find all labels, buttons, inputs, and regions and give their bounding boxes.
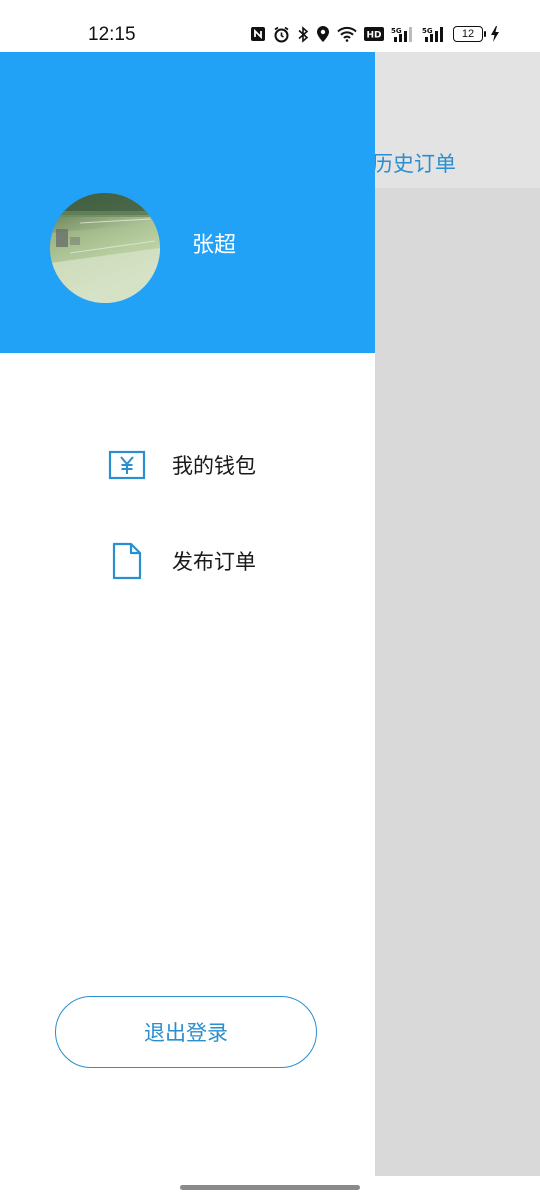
menu-label-publish-order: 发布订单	[172, 550, 256, 574]
menu-item-wallet[interactable]: 我的钱包	[106, 443, 256, 487]
navigation-drawer: 张超 我的钱包 发布订单 退出登录	[0, 52, 375, 1176]
wifi-icon	[337, 25, 357, 43]
status-time: 12:15	[88, 24, 136, 45]
menu-item-publish-order[interactable]: 发布订单	[106, 539, 256, 583]
status-bar: 12:15 HD 5G 5G 12	[0, 0, 540, 52]
logout-button[interactable]: 退出登录	[55, 996, 317, 1068]
hd-badge-text: HD	[366, 31, 381, 41]
hd-icon: HD	[364, 25, 384, 43]
document-icon	[106, 540, 148, 582]
user-name[interactable]: 张超	[192, 227, 236, 259]
logout-label: 退出登录	[144, 1021, 228, 1045]
signal-5g-label: 5G	[391, 27, 402, 35]
bluetooth-icon	[297, 25, 309, 43]
avatar[interactable]	[50, 193, 160, 303]
alarm-icon	[273, 25, 290, 43]
status-icons: HD 5G 5G 12	[250, 25, 500, 43]
charging-icon	[490, 25, 500, 43]
signal-5g-label-2: 5G	[422, 27, 433, 35]
gesture-nav-area	[0, 1176, 540, 1200]
drawer-header: 张超	[0, 52, 375, 353]
nfc-icon	[250, 25, 266, 43]
signal-5g-icon-2: 5G	[422, 25, 446, 43]
home-indicator[interactable]	[180, 1185, 360, 1190]
menu-label-wallet: 我的钱包	[172, 454, 256, 478]
battery-icon: 12	[453, 26, 486, 42]
wallet-yen-icon	[106, 444, 148, 486]
location-icon	[316, 25, 330, 43]
tab-history-orders[interactable]: 历史订单	[372, 148, 456, 178]
signal-5g-icon: 5G	[391, 25, 415, 43]
